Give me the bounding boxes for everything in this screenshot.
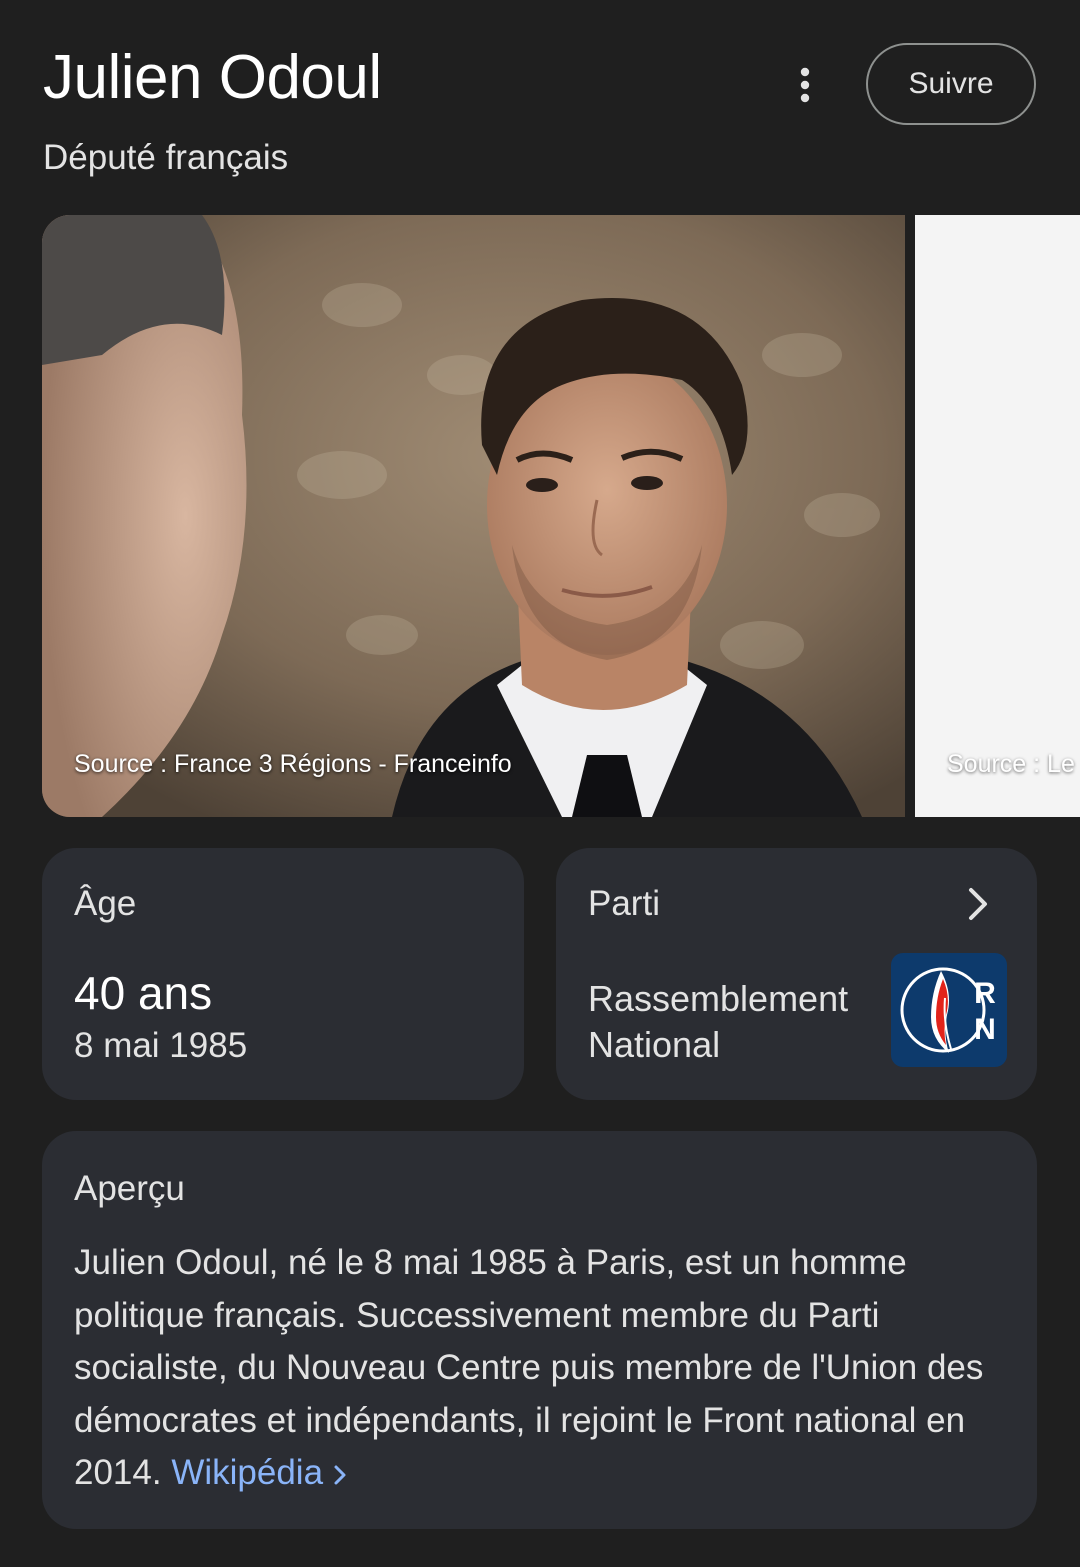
party-card[interactable]: Parti Rassemblement National R N	[556, 848, 1037, 1100]
logo-letter-n: N	[974, 1013, 996, 1046]
party-logo: R N	[891, 953, 1007, 1067]
carousel-image[interactable]: Source : France 3 Régions - Franceinfo	[42, 215, 905, 817]
page-title: Julien Odoul	[43, 43, 382, 112]
overview-label: Aperçu	[74, 1169, 185, 1208]
overview-text: Julien Odoul, né le 8 mai 1985 à Paris, …	[74, 1237, 1004, 1500]
wikipedia-link[interactable]: Wikipédia	[171, 1453, 349, 1492]
follow-button[interactable]: Suivre	[866, 43, 1036, 125]
age-card: Âge 40 ans 8 mai 1985	[42, 848, 524, 1100]
logo-letter-r: R	[974, 977, 996, 1010]
carousel-image-next[interactable]: Source : Le	[915, 215, 1080, 817]
age-value: 40 ans	[74, 967, 213, 1019]
image-carousel[interactable]: Source : France 3 Régions - Franceinfo S…	[42, 215, 1080, 817]
knowledge-panel: Julien Odoul Député français Suivre Sour…	[0, 0, 1080, 1567]
page-subtitle: Député français	[43, 138, 289, 177]
more-options-button[interactable]	[780, 60, 830, 110]
image-source-caption: Source : Le	[947, 750, 1075, 778]
wikipedia-link-label: Wikipédia	[171, 1453, 324, 1492]
chevron-right-icon	[334, 1465, 346, 1485]
portrait-photo	[42, 215, 905, 817]
overview-card: Aperçu Julien Odoul, né le 8 mai 1985 à …	[42, 1131, 1037, 1529]
more-vert-icon	[800, 67, 810, 103]
birth-date: 8 mai 1985	[74, 1026, 248, 1065]
party-label: Parti	[588, 884, 660, 923]
image-source-caption: Source : France 3 Régions - Franceinfo	[74, 750, 512, 778]
party-name: Rassemblement National	[588, 978, 849, 1065]
age-label: Âge	[74, 884, 137, 923]
chevron-right-icon	[969, 888, 987, 920]
